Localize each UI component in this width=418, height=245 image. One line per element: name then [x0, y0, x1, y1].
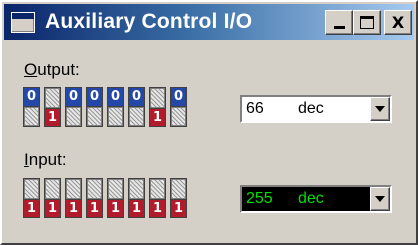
- input-value-combo[interactable]: 255 dec: [240, 185, 392, 213]
- input-bit-5-upper: [129, 179, 144, 199]
- output-format: dec: [298, 100, 324, 117]
- input-bit-7: 1: [170, 178, 187, 218]
- input-bit-7-upper: [171, 179, 186, 199]
- input-bit-2: 1: [65, 178, 82, 218]
- output-value: 66: [246, 100, 264, 117]
- input-bit-0-lower: 1: [24, 199, 39, 217]
- close-button[interactable]: X: [384, 10, 412, 35]
- title-bar[interactable]: Auxiliary Control I/O X: [4, 4, 414, 40]
- output-bit-4[interactable]: 0: [107, 87, 124, 127]
- output-bit-4-upper: 0: [108, 88, 123, 106]
- input-bit-0-upper: [24, 179, 39, 199]
- window-icon[interactable]: [11, 11, 35, 33]
- minimize-button[interactable]: [325, 10, 353, 35]
- output-format-dropdown-button[interactable]: [370, 97, 390, 121]
- input-bit-4: 1: [107, 178, 124, 218]
- chevron-down-icon: [375, 196, 385, 202]
- input-bit-6-lower: 1: [150, 199, 165, 217]
- input-bit-2-lower: 1: [66, 199, 81, 217]
- input-bit-0: 1: [23, 178, 40, 218]
- output-bit-2-upper: 0: [66, 88, 81, 106]
- output-bit-1-upper: [45, 88, 60, 108]
- aux-control-window: Auxiliary Control I/O X Output: 01000010…: [0, 0, 418, 245]
- output-bit-7-lower: [171, 106, 186, 126]
- input-bit-7-lower: 1: [171, 199, 186, 217]
- input-bit-5-lower: 1: [129, 199, 144, 217]
- maximize-button[interactable]: [353, 10, 381, 35]
- output-bit-6-lower: 1: [150, 108, 165, 126]
- close-icon: X: [391, 12, 405, 32]
- input-bit-1: 1: [44, 178, 61, 218]
- output-label: Output:: [24, 60, 80, 79]
- input-bit-4-lower: 1: [108, 199, 123, 217]
- output-value-combo[interactable]: 66 dec: [240, 95, 392, 123]
- input-format: dec: [298, 190, 324, 207]
- input-label: Input:: [24, 150, 67, 169]
- output-bit-7[interactable]: 0: [170, 87, 187, 127]
- minimize-icon: [333, 26, 345, 29]
- output-bit-5-lower: [129, 106, 144, 126]
- output-bit-0-lower: [24, 106, 39, 126]
- input-bit-6: 1: [149, 178, 166, 218]
- output-bit-5-upper: 0: [129, 88, 144, 106]
- input-bit-1-lower: 1: [45, 199, 60, 217]
- input-bit-4-upper: [108, 179, 123, 199]
- output-bit-3[interactable]: 0: [86, 87, 103, 127]
- window-title: Auxiliary Control I/O: [45, 10, 253, 33]
- output-bit-6-upper: [150, 88, 165, 108]
- client-area: Output: 01000010 66 dec Input: 11111111 …: [4, 40, 414, 241]
- input-format-dropdown-button[interactable]: [370, 187, 390, 211]
- output-bit-1[interactable]: 1: [44, 87, 61, 127]
- input-bit-bank: 11111111: [23, 178, 191, 218]
- output-bit-3-lower: [87, 106, 102, 126]
- output-bit-2[interactable]: 0: [65, 87, 82, 127]
- output-bit-4-lower: [108, 106, 123, 126]
- output-bit-3-upper: 0: [87, 88, 102, 106]
- maximize-icon: [360, 16, 374, 29]
- chevron-down-icon: [375, 106, 385, 112]
- input-value: 255: [246, 190, 273, 207]
- input-bit-1-upper: [45, 179, 60, 199]
- output-bit-2-lower: [66, 106, 81, 126]
- input-bit-5: 1: [128, 178, 145, 218]
- output-bit-7-upper: 0: [171, 88, 186, 106]
- output-bit-0-upper: 0: [24, 88, 39, 106]
- input-bit-3-upper: [87, 179, 102, 199]
- output-bit-6[interactable]: 1: [149, 87, 166, 127]
- input-bit-2-upper: [66, 179, 81, 199]
- input-bit-3: 1: [86, 178, 103, 218]
- output-value-field[interactable]: 66 dec: [242, 97, 370, 121]
- output-bit-1-lower: 1: [45, 108, 60, 126]
- output-bit-bank: 01000010: [23, 87, 191, 127]
- input-bit-3-lower: 1: [87, 199, 102, 217]
- output-bit-0[interactable]: 0: [23, 87, 40, 127]
- input-bit-6-upper: [150, 179, 165, 199]
- input-value-field[interactable]: 255 dec: [242, 187, 370, 211]
- output-bit-5[interactable]: 0: [128, 87, 145, 127]
